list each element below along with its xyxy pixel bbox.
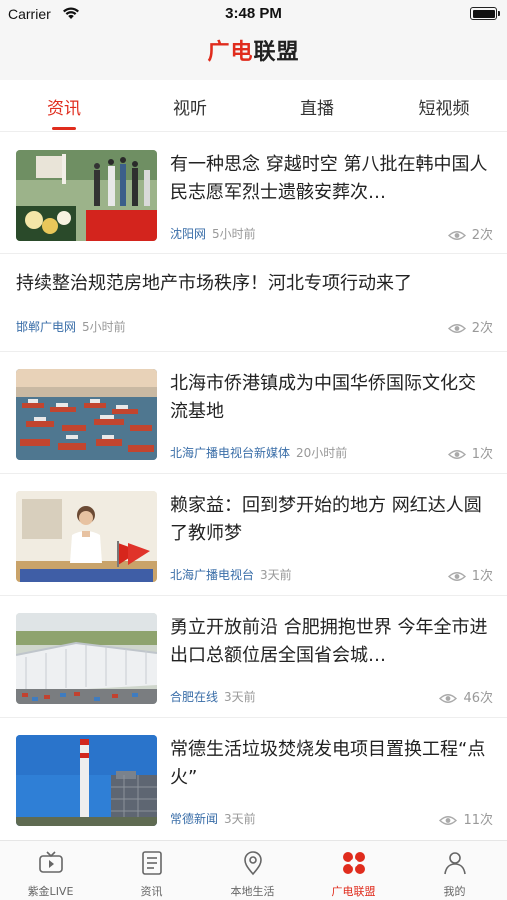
news-item[interactable]: 常德生活垃圾焚烧发电项目置换工程“点火” 常德新闻 3天前 11次	[0, 718, 507, 840]
nav-news[interactable]: 资讯	[101, 841, 202, 900]
active-tab-indicator	[52, 127, 76, 130]
top-header: Carrier 3:48 PM 广电联盟	[0, 0, 507, 80]
news-title[interactable]: 赖家益：回到梦开始的地方 网红达人圆了教师梦	[170, 492, 490, 548]
clock: 3:48 PM	[225, 5, 282, 22]
category-tabs: 资讯 视听 直播 短视频	[0, 80, 507, 132]
view-count: 1次	[447, 443, 493, 462]
news-source[interactable]: 北海广播电视台新媒体	[170, 446, 290, 460]
nav-label: 广电联盟	[331, 885, 376, 898]
tab-audiovisual[interactable]: 视听	[140, 94, 240, 119]
nav-label: 紫金LIVE	[27, 885, 74, 898]
news-time: 20小时前	[296, 446, 348, 460]
view-count: 46次	[439, 687, 493, 706]
eye-icon	[447, 450, 466, 459]
news-item[interactable]: 北海市侨港镇成为中国华侨国际文化交流基地 北海广播电视台新媒体 20小时前 1次	[0, 352, 507, 474]
location-icon	[244, 851, 262, 876]
tv-icon	[39, 851, 63, 873]
news-item[interactable]: 有一种思念 穿越时空 第八批在韩中国人民志愿军烈士遗骸安葬次… 沈阳网 5小时前 …	[0, 133, 507, 254]
news-title[interactable]: 持续整治规范房地产市场秩序！河北专项行动来了	[16, 270, 496, 298]
eye-icon	[447, 231, 466, 240]
news-item[interactable]: 持续整治规范房地产市场秩序！河北专项行动来了 邯郸广电网 5小时前 2次	[0, 254, 507, 352]
news-time: 3天前	[224, 690, 256, 704]
logo-part-1: 广电	[207, 40, 254, 65]
nav-label: 我的	[443, 885, 466, 898]
view-count: 2次	[447, 317, 493, 336]
news-thumbnail	[16, 491, 157, 582]
view-count-value: 1次	[471, 569, 493, 584]
news-item[interactable]: 赖家益：回到梦开始的地方 网红达人圆了教师梦 北海广播电视台 3天前 1次	[0, 474, 507, 596]
view-count-value: 2次	[471, 228, 493, 243]
news-meta: 北海广播电视台 3天前	[170, 566, 292, 583]
news-time: 3天前	[224, 812, 256, 826]
nav-alliance[interactable]: 广电联盟	[303, 841, 404, 900]
eye-icon	[439, 694, 458, 703]
eye-icon	[447, 324, 466, 333]
tab-news[interactable]: 资讯	[14, 94, 114, 119]
eye-icon	[439, 816, 458, 825]
view-count-value: 46次	[463, 691, 493, 706]
news-source[interactable]: 沈阳网	[170, 227, 206, 241]
news-time: 5小时前	[212, 227, 256, 241]
news-icon	[142, 851, 162, 875]
nav-label: 本地生活	[230, 885, 275, 898]
user-icon	[444, 852, 466, 875]
status-bar: Carrier 3:48 PM	[0, 0, 507, 30]
news-feed[interactable]: 有一种思念 穿越时空 第八批在韩中国人民志愿军烈士遗骸安葬次… 沈阳网 5小时前 …	[0, 133, 507, 840]
news-time: 3天前	[260, 568, 292, 582]
news-source[interactable]: 合肥在线	[170, 690, 218, 704]
nav-zijin-live[interactable]: 紫金LIVE	[0, 841, 101, 900]
view-count-value: 2次	[471, 321, 493, 336]
nav-local-life[interactable]: 本地生活	[202, 841, 303, 900]
news-title[interactable]: 常德生活垃圾焚烧发电项目置换工程“点火”	[170, 736, 490, 792]
bottom-nav: 紫金LIVE 资讯 本地生活 广电联盟 我的	[0, 840, 507, 900]
app-logo: 广电联盟	[0, 34, 507, 66]
news-source[interactable]: 北海广播电视台	[170, 568, 254, 582]
news-title[interactable]: 勇立开放前沿 合肥拥抱世界 今年全市进出口总额位居全国省会城…	[170, 614, 490, 670]
news-meta: 北海广播电视台新媒体 20小时前	[170, 444, 347, 461]
news-meta: 邯郸广电网 5小时前	[16, 318, 126, 335]
news-meta: 沈阳网 5小时前	[170, 225, 256, 242]
logo-part-2: 联盟	[253, 40, 300, 65]
view-count-value: 11次	[463, 813, 493, 828]
view-count: 2次	[447, 224, 493, 243]
news-thumbnail	[16, 150, 157, 241]
tab-live[interactable]: 直播	[267, 94, 367, 119]
news-title[interactable]: 有一种思念 穿越时空 第八批在韩中国人民志愿军烈士遗骸安葬次…	[170, 151, 490, 207]
news-thumbnail	[16, 369, 157, 460]
news-meta: 合肥在线 3天前	[170, 688, 256, 705]
news-thumbnail	[16, 613, 157, 704]
news-thumbnail	[16, 735, 157, 826]
news-item[interactable]: 勇立开放前沿 合肥拥抱世界 今年全市进出口总额位居全国省会城… 合肥在线 3天前 …	[0, 596, 507, 718]
eye-icon	[447, 572, 466, 581]
nav-mine[interactable]: 我的	[404, 841, 505, 900]
news-title[interactable]: 北海市侨港镇成为中国华侨国际文化交流基地	[170, 370, 490, 426]
view-count-value: 1次	[471, 447, 493, 462]
alliance-icon	[343, 852, 365, 874]
news-meta: 常德新闻 3天前	[170, 810, 256, 827]
view-count: 11次	[439, 809, 493, 828]
view-count: 1次	[447, 565, 493, 584]
tab-short-video[interactable]: 短视频	[394, 94, 494, 119]
news-source[interactable]: 邯郸广电网	[16, 320, 76, 334]
news-time: 5小时前	[82, 320, 126, 334]
nav-label: 资讯	[140, 885, 163, 898]
news-source[interactable]: 常德新闻	[170, 812, 218, 826]
battery-icon	[470, 7, 500, 20]
